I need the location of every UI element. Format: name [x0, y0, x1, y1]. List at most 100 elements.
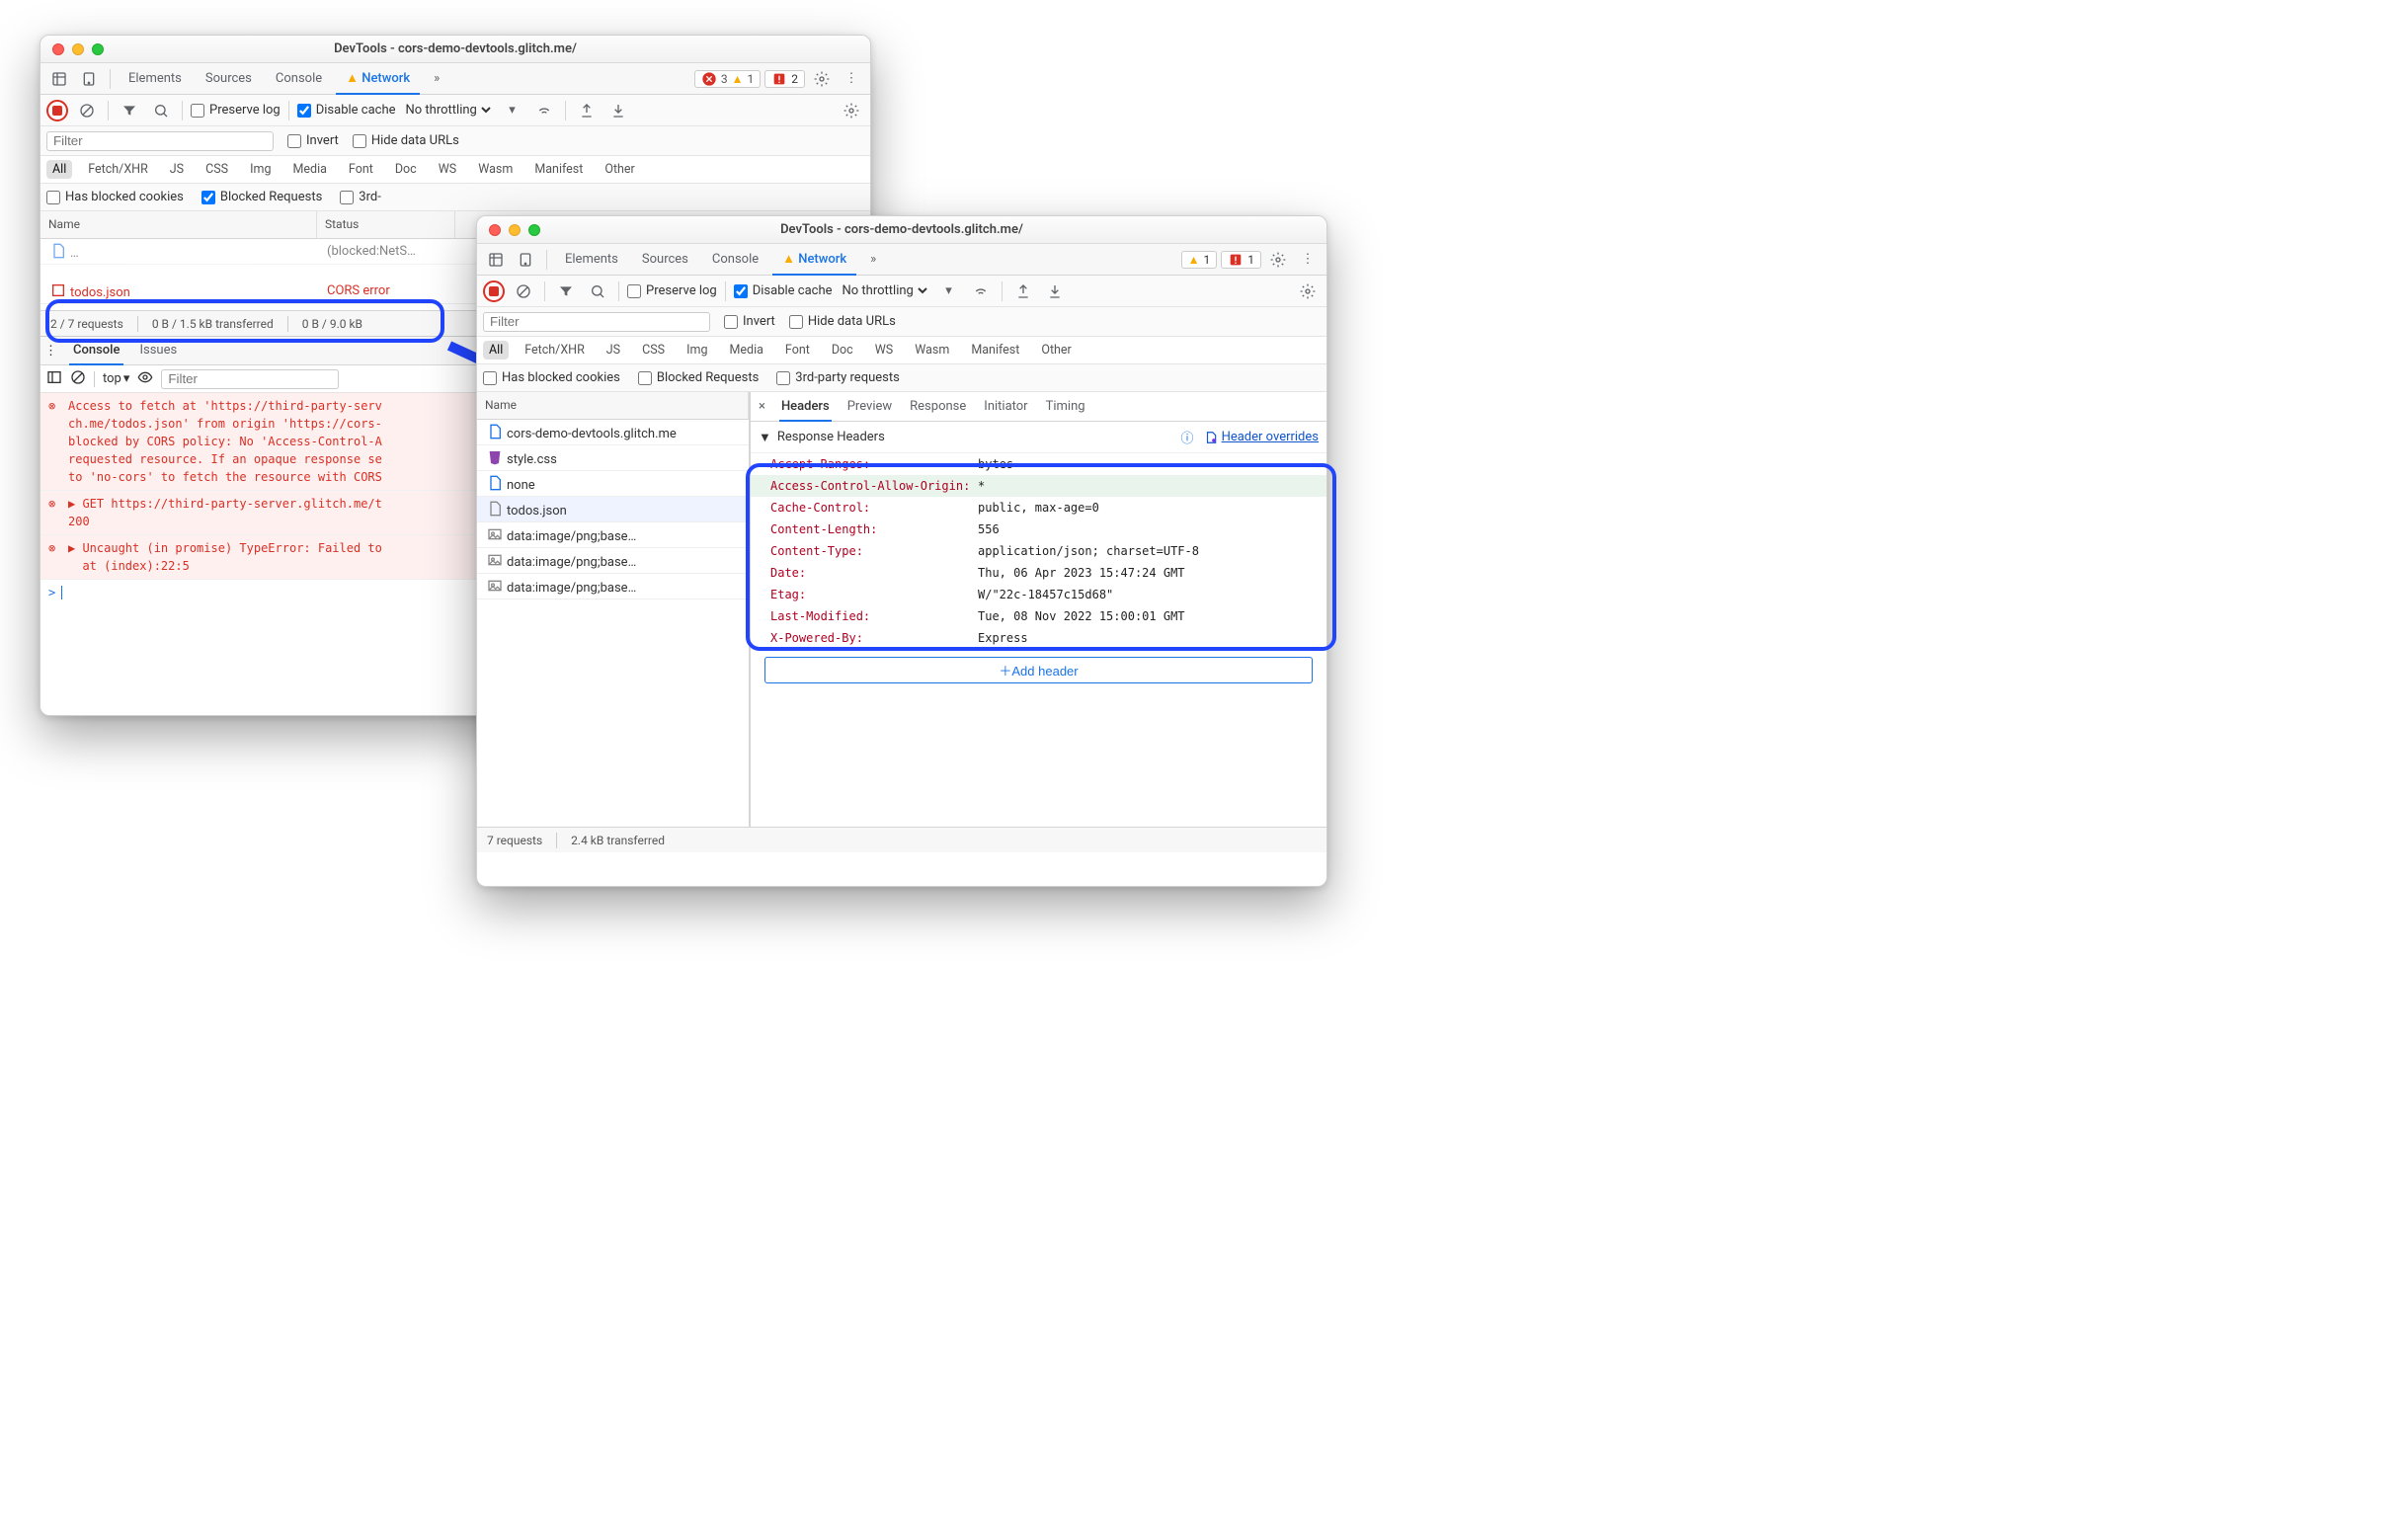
console-filter-input[interactable]	[161, 369, 339, 389]
type-font[interactable]: Font	[779, 341, 816, 360]
error-count-badge[interactable]: 3 ▲1	[694, 70, 761, 88]
wifi-icon[interactable]	[531, 98, 557, 123]
device-icon[interactable]	[76, 66, 102, 92]
close-window[interactable]	[52, 43, 64, 55]
preserve-log-checkbox[interactable]: Preserve log	[191, 103, 281, 118]
detail-tab-initiator[interactable]: Initiator	[982, 392, 1029, 422]
record-button[interactable]	[46, 100, 68, 121]
issue-count-badge[interactable]: 2	[764, 70, 805, 88]
header-item[interactable]: Accept-Ranges:bytes	[751, 453, 1326, 475]
tab-console[interactable]: Console	[702, 244, 768, 276]
live-expression-icon[interactable]	[137, 369, 153, 389]
type-doc[interactable]: Doc	[389, 160, 423, 179]
minimize-window[interactable]	[509, 224, 521, 236]
settings-icon[interactable]	[1265, 247, 1291, 273]
table-row[interactable]: none	[477, 471, 749, 497]
type-css[interactable]: CSS	[200, 160, 234, 179]
blocked-requests-checkbox[interactable]: Blocked Requests	[201, 190, 322, 204]
tab-network[interactable]: ▲ Network	[336, 63, 420, 95]
detail-tab-timing[interactable]: Timing	[1044, 392, 1087, 422]
warning-badge[interactable]: ▲1	[1181, 251, 1218, 269]
filter-input[interactable]	[46, 131, 274, 151]
detail-tab-headers[interactable]: Headers	[779, 392, 832, 422]
clear-icon[interactable]	[74, 98, 100, 123]
console-clear-icon[interactable]	[70, 369, 86, 389]
download-icon[interactable]	[605, 98, 631, 123]
header-item[interactable]: Content-Type:application/json; charset=U…	[751, 540, 1326, 562]
device-icon[interactable]	[513, 247, 538, 273]
type-media[interactable]: Media	[723, 341, 768, 360]
more-tabs-icon[interactable]: »	[424, 66, 449, 92]
tab-console[interactable]: Console	[266, 63, 332, 95]
type-ws[interactable]: WS	[433, 160, 463, 179]
blocked-cookies-checkbox[interactable]: Has blocked cookies	[483, 370, 620, 385]
console-sidebar-icon[interactable]	[46, 369, 62, 389]
network-settings-icon[interactable]	[1295, 279, 1321, 304]
third-party-checkbox[interactable]: 3rd-party requests	[776, 370, 900, 385]
filter-icon[interactable]	[553, 279, 579, 304]
chevron-down-icon[interactable]: ▾	[500, 98, 525, 123]
type-img[interactable]: Img	[681, 341, 713, 360]
inspect-icon[interactable]	[46, 66, 72, 92]
wifi-icon[interactable]	[968, 279, 994, 304]
throttling-select[interactable]: No throttling	[402, 102, 494, 119]
type-wasm[interactable]: Wasm	[472, 160, 519, 179]
type-fetch[interactable]: Fetch/XHR	[519, 341, 591, 360]
detail-tab-preview[interactable]: Preview	[845, 392, 894, 422]
invert-checkbox[interactable]: Invert	[287, 133, 339, 148]
blocked-cookies-checkbox[interactable]: Has blocked cookies	[46, 190, 184, 204]
table-row[interactable]: todos.json	[477, 497, 749, 522]
type-wasm[interactable]: Wasm	[909, 341, 955, 360]
upload-icon[interactable]	[574, 98, 600, 123]
type-media[interactable]: Media	[286, 160, 332, 179]
type-other[interactable]: Other	[1035, 341, 1077, 360]
add-header-button[interactable]: ＋Add header	[764, 657, 1313, 683]
search-icon[interactable]	[585, 279, 610, 304]
context-selector[interactable]: top ▾	[103, 371, 129, 386]
table-row[interactable]: data:image/png;base…	[477, 574, 749, 599]
minimize-window[interactable]	[72, 43, 84, 55]
type-manifest[interactable]: Manifest	[965, 341, 1025, 360]
download-icon[interactable]	[1042, 279, 1068, 304]
header-item[interactable]: Date:Thu, 06 Apr 2023 15:47:24 GMT	[751, 562, 1326, 584]
col-name[interactable]: Name	[40, 211, 317, 238]
more-tabs-icon[interactable]: »	[860, 247, 886, 273]
tab-elements[interactable]: Elements	[119, 63, 192, 95]
header-item[interactable]: X-Powered-By:Express	[751, 627, 1326, 649]
tab-network[interactable]: ▲ Network	[772, 244, 856, 276]
table-row[interactable]: cors-demo-devtools.glitch.me	[477, 420, 749, 445]
search-icon[interactable]	[148, 98, 174, 123]
header-item[interactable]: Cache-Control:public, max-age=0	[751, 497, 1326, 519]
table-row[interactable]: data:image/png;base…	[477, 522, 749, 548]
table-row[interactable]: style.css	[477, 445, 749, 471]
disable-cache-checkbox[interactable]: Disable cache	[297, 103, 396, 118]
chevron-down-icon[interactable]: ▾	[936, 279, 962, 304]
close-detail-icon[interactable]: ×	[759, 399, 765, 414]
preserve-log-checkbox[interactable]: Preserve log	[627, 283, 717, 298]
type-doc[interactable]: Doc	[826, 341, 859, 360]
inspect-icon[interactable]	[483, 247, 509, 273]
col-status[interactable]: Status	[317, 211, 455, 238]
type-fetch[interactable]: Fetch/XHR	[82, 160, 154, 179]
header-item[interactable]: Access-Control-Allow-Origin:*	[751, 475, 1326, 497]
drawer-tab-issues[interactable]: Issues	[135, 336, 181, 365]
close-window[interactable]	[489, 224, 501, 236]
upload-icon[interactable]	[1010, 279, 1036, 304]
third-party-checkbox[interactable]: 3rd-	[340, 190, 381, 204]
type-manifest[interactable]: Manifest	[528, 160, 589, 179]
drawer-kebab-icon[interactable]: ⋮	[44, 344, 57, 359]
response-headers-section[interactable]: ▼Response Headers ⓘ Header overrides	[751, 422, 1326, 453]
issue-badge[interactable]: 1	[1221, 251, 1261, 269]
network-settings-icon[interactable]	[839, 98, 864, 123]
invert-checkbox[interactable]: Invert	[724, 314, 775, 329]
header-item[interactable]: Content-Length:556	[751, 519, 1326, 540]
kebab-icon[interactable]: ⋮	[1295, 247, 1321, 273]
header-overrides-link[interactable]: Header overrides	[1204, 430, 1319, 444]
settings-icon[interactable]	[809, 66, 835, 92]
disable-cache-checkbox[interactable]: Disable cache	[734, 283, 833, 298]
type-css[interactable]: CSS	[636, 341, 671, 360]
kebab-icon[interactable]: ⋮	[839, 66, 864, 92]
header-item[interactable]: Etag:W/"22c-18457c15d68"	[751, 584, 1326, 605]
filter-input[interactable]	[483, 312, 710, 332]
record-button[interactable]	[483, 280, 505, 302]
